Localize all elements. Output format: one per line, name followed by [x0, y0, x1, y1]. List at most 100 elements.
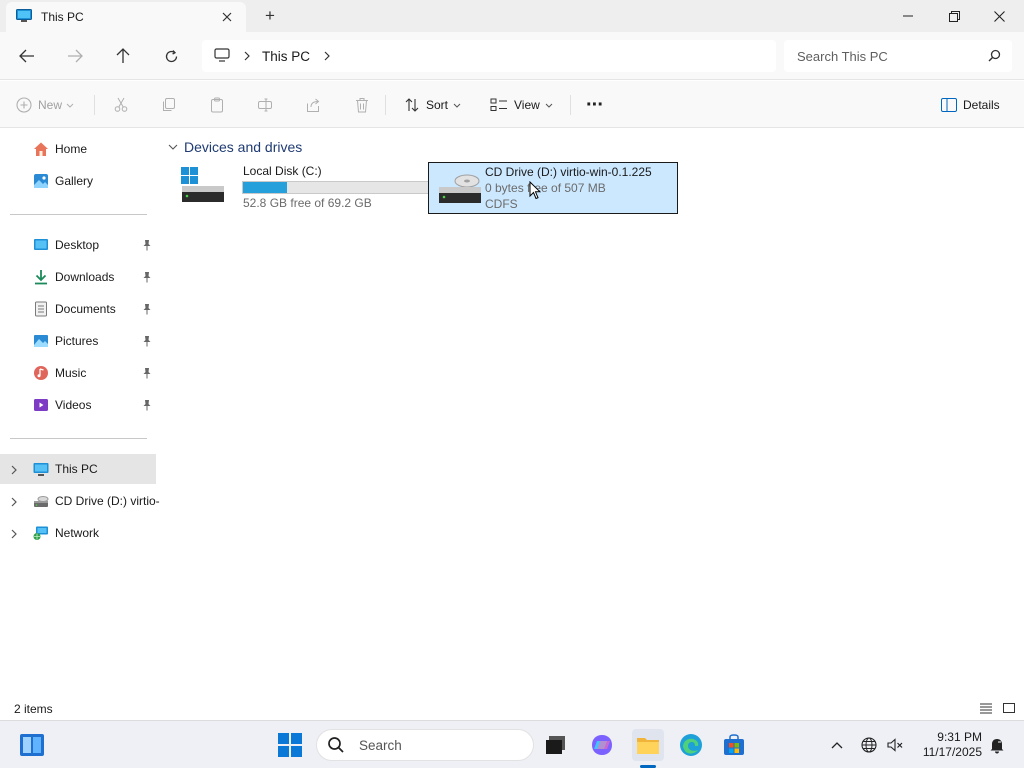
- copilot-icon: [592, 735, 612, 755]
- sort-button[interactable]: Sort: [404, 93, 461, 117]
- refresh-button[interactable]: [156, 42, 186, 70]
- title-bar: This PC +: [0, 0, 1024, 32]
- task-view-button[interactable]: [540, 729, 572, 761]
- pin-icon[interactable]: [142, 303, 152, 318]
- divider: [10, 438, 147, 439]
- file-explorer-taskbar-button[interactable]: [632, 729, 664, 761]
- pin-icon[interactable]: [142, 239, 152, 254]
- chevron-down-icon: [545, 103, 553, 108]
- chevron-right-icon[interactable]: [11, 496, 17, 510]
- cd-drive-icon: [437, 167, 483, 208]
- sidebar-item-label: This PC: [55, 462, 98, 476]
- up-button[interactable]: [108, 42, 138, 70]
- details-button[interactable]: Details: [941, 93, 1000, 117]
- paste-button[interactable]: [209, 93, 225, 117]
- chevron-right-icon[interactable]: [11, 528, 17, 542]
- clipboard-icon: [211, 97, 223, 113]
- content-pane: Devices and drives Local Disk (C:) 52.8 …: [160, 129, 1024, 699]
- sidebar-item-home[interactable]: Home: [0, 134, 158, 164]
- widgets-button[interactable]: [16, 729, 48, 761]
- sidebar-item-label: Documents: [55, 302, 116, 316]
- pictures-icon: [33, 333, 49, 349]
- sidebar-item-cd-drive[interactable]: CD Drive (D:) virtio-: [0, 486, 160, 516]
- sidebar-item-music[interactable]: Music: [0, 358, 158, 388]
- sidebar-item-this-pc[interactable]: This PC: [0, 454, 156, 484]
- address-row: This PC Search This PC: [0, 32, 1024, 80]
- drive-usage-fill: [243, 182, 288, 193]
- sidebar-item-network[interactable]: Network: [0, 518, 158, 548]
- details-pane-icon: [941, 98, 957, 112]
- close-window-button[interactable]: [976, 0, 1022, 32]
- new-label: New: [38, 98, 63, 112]
- sidebar-item-pictures[interactable]: Pictures: [0, 326, 158, 356]
- clock-date: 11/17/2025: [922, 745, 982, 759]
- search-box[interactable]: Search This PC: [784, 40, 1012, 72]
- chevron-right-icon[interactable]: [244, 51, 250, 61]
- rename-button[interactable]: [257, 93, 273, 117]
- drive-name: CD Drive (D:) virtio-win-0.1.225: [485, 165, 652, 179]
- back-button[interactable]: [12, 42, 42, 70]
- music-icon: [33, 365, 49, 381]
- start-button[interactable]: [274, 729, 306, 761]
- pin-icon[interactable]: [142, 399, 152, 414]
- copilot-button[interactable]: [586, 729, 618, 761]
- window-tab[interactable]: This PC: [6, 2, 246, 32]
- more-icon: ···: [586, 94, 604, 116]
- speaker-muted-icon: [887, 738, 903, 752]
- task-view-icon: [546, 736, 565, 754]
- chevron-right-icon[interactable]: [11, 464, 17, 478]
- sidebar-item-documents[interactable]: Documents: [0, 294, 158, 324]
- store-icon: [724, 734, 744, 755]
- sort-label: Sort: [426, 98, 449, 112]
- share-button[interactable]: [305, 93, 321, 117]
- new-tab-button[interactable]: +: [258, 6, 282, 26]
- chevron-up-icon: [831, 742, 843, 749]
- group-title: Devices and drives: [184, 139, 303, 155]
- item-count: 2 items: [14, 702, 53, 716]
- tiles-view-icon[interactable]: [1002, 701, 1018, 717]
- scissors-icon: [114, 97, 128, 112]
- sidebar-item-gallery[interactable]: Gallery: [0, 166, 158, 196]
- edge-icon: [680, 734, 702, 756]
- pin-icon[interactable]: [142, 335, 152, 350]
- minimize-button[interactable]: [885, 0, 931, 32]
- chevron-down-icon: [66, 103, 74, 108]
- edge-button[interactable]: [675, 729, 707, 761]
- search-input[interactable]: Search This PC: [797, 49, 888, 64]
- network-tray-button[interactable]: [856, 729, 882, 761]
- drive-tile-c[interactable]: Local Disk (C:) 52.8 GB free of 69.2 GB: [172, 162, 431, 214]
- details-label: Details: [963, 98, 1000, 112]
- chevron-down-icon[interactable]: [168, 144, 178, 150]
- new-button[interactable]: New: [16, 93, 74, 117]
- drive-tile-d[interactable]: CD Drive (D:) virtio-win-0.1.225 0 bytes…: [428, 162, 678, 214]
- view-button[interactable]: View: [490, 93, 553, 117]
- forward-button[interactable]: [60, 42, 90, 70]
- bell-icon: [990, 739, 1004, 754]
- details-view-icon[interactable]: [979, 701, 995, 717]
- taskbar-clock[interactable]: 9:31 PM 11/17/2025: [912, 730, 982, 760]
- chevron-right-icon[interactable]: [324, 51, 330, 61]
- store-button[interactable]: [718, 729, 750, 761]
- navigation-pane: Home Gallery Desktop Downloads Documents…: [0, 129, 160, 699]
- tab-close-icon[interactable]: [218, 8, 236, 26]
- notifications-button[interactable]: [984, 729, 1010, 761]
- delete-button[interactable]: [354, 93, 370, 117]
- pin-icon[interactable]: [142, 271, 152, 286]
- pin-icon[interactable]: [142, 367, 152, 382]
- sidebar-item-label: Network: [55, 526, 100, 540]
- sidebar-item-downloads[interactable]: Downloads: [0, 262, 158, 292]
- cut-button[interactable]: [113, 93, 129, 117]
- sidebar-item-videos[interactable]: Videos: [0, 390, 158, 420]
- address-bar[interactable]: This PC: [202, 40, 776, 72]
- breadcrumb-this-pc[interactable]: This PC: [262, 49, 310, 64]
- group-header-devices[interactable]: Devices and drives: [168, 139, 302, 155]
- tray-overflow-button[interactable]: [822, 729, 852, 761]
- copy-button[interactable]: [161, 93, 177, 117]
- chevron-down-icon: [453, 103, 461, 108]
- restore-button[interactable]: [931, 0, 977, 32]
- see-more-button[interactable]: ···: [586, 93, 604, 117]
- plus-icon: +: [265, 6, 275, 25]
- sidebar-item-desktop[interactable]: Desktop: [0, 230, 158, 260]
- volume-tray-button[interactable]: [882, 729, 908, 761]
- taskbar-search[interactable]: Search: [316, 729, 534, 761]
